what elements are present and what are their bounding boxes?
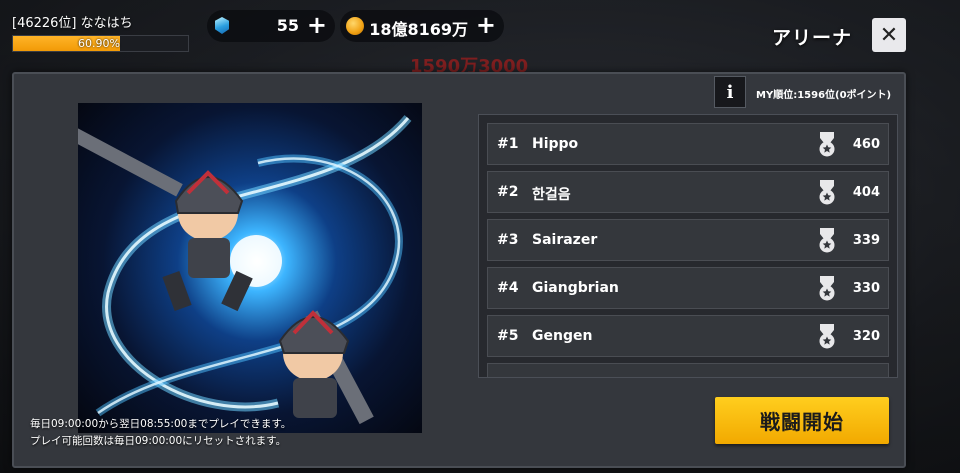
rank-number: #4 [497, 280, 519, 296]
notice-line-2: プレイ可能回数は毎日09:00:00にリセットされます。 [30, 435, 287, 447]
notice-line-1: 毎日09:00:00から翌日08:55:00までプレイできます。 [30, 418, 292, 430]
medal-icon [819, 180, 835, 205]
rank-score: 339 [852, 233, 880, 248]
ranking-row: #3 Sairazer 339 [487, 219, 889, 261]
rank-player-name: Hippo [532, 136, 579, 152]
medal-icon [819, 276, 835, 301]
rank-number: #3 [497, 232, 519, 248]
arena-artwork-illustration [78, 115, 412, 425]
close-button[interactable]: ✕ [872, 18, 906, 52]
add-gems-button[interactable]: + [307, 11, 327, 39]
my-rank-text: MY順位:1596位(0ポイント) [756, 90, 892, 101]
gem-counter: 55 + [207, 10, 335, 42]
arena-artwork [78, 103, 422, 433]
add-gold-button[interactable]: + [476, 11, 496, 39]
medal-icon [819, 132, 835, 157]
ranking-list[interactable]: #1 Hippo 460 #2 한걸음 404 #3 Sairazer 339 … [478, 114, 898, 378]
start-battle-button[interactable]: 戦闘開始 [715, 397, 889, 444]
rank-number: #5 [497, 328, 519, 344]
rank-number: #1 [497, 136, 519, 152]
play-time-notice: 毎日09:00:00から翌日08:55:00までプレイできます。 プレイ可能回数… [30, 416, 291, 450]
ranking-row: #1 Hippo 460 [487, 123, 889, 165]
gold-counter: 18億8169万 + [340, 10, 504, 42]
rank-score: 320 [852, 329, 880, 344]
ranking-row-partial [487, 363, 889, 377]
ranking-row: #4 Giangbrian 330 [487, 267, 889, 309]
rank-score: 404 [852, 185, 880, 200]
gold-coin-icon [346, 17, 364, 35]
rank-player-name: 한걸음 [532, 187, 571, 203]
rank-player-name: Sairazer [532, 232, 598, 248]
ranking-row: #2 한걸음 404 [487, 171, 889, 213]
medal-icon [819, 324, 835, 349]
rank-score: 460 [852, 137, 880, 152]
medal-icon [819, 228, 835, 253]
rank-player-name: Gengen [532, 328, 593, 344]
screen-title: アリーナ [772, 27, 853, 49]
rank-number: #2 [497, 184, 519, 200]
exp-percent: 60.90% [78, 37, 120, 50]
gem-amount: 55 [276, 16, 299, 35]
rank-player-name: Giangbrian [532, 280, 619, 296]
gem-icon [213, 17, 231, 35]
gold-amount: 18億8169万 [369, 20, 468, 39]
rank-score: 330 [852, 281, 880, 296]
info-button[interactable]: i [714, 76, 746, 108]
ranking-row: #5 Gengen 320 [487, 315, 889, 357]
player-rank-name: [46226位] ななはち [12, 16, 133, 31]
exp-bar: 60.90% [12, 35, 189, 52]
